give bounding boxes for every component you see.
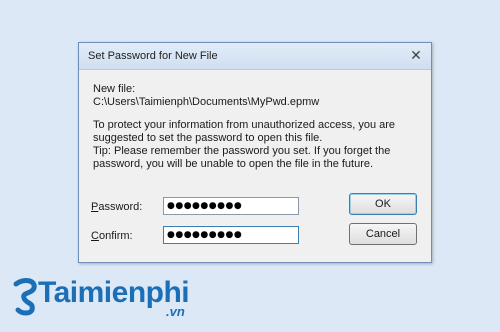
file-path: C:\Users\Taimienph\Documents\MyPwd.epmw <box>93 96 320 108</box>
tip-text-line-2: password, you will be unable to open the… <box>93 158 374 170</box>
password-label: Password: <box>91 201 142 213</box>
brand-swirl-icon <box>13 278 37 316</box>
password-input[interactable]: ●●●●●●●●● <box>163 197 299 215</box>
ok-button[interactable]: OK <box>349 193 417 215</box>
confirm-input[interactable]: ●●●●●●●●● <box>163 226 299 244</box>
dialog-titlebar[interactable]: Set Password for New File ✕ <box>79 43 431 70</box>
confirm-label: Confirm: <box>91 230 133 242</box>
close-icon[interactable]: ✕ <box>408 47 424 63</box>
password-label-text: assword: <box>98 201 143 213</box>
confirm-label-text: onfirm: <box>98 230 133 242</box>
confirm-label-hotkey: C <box>91 230 99 242</box>
watermark-logo: Taimienphi .vn <box>10 274 200 324</box>
info-text-line-1: To protect your information from unautho… <box>93 119 396 131</box>
tip-text-line-1: Tip: Please remember the password you se… <box>93 145 391 157</box>
cancel-button[interactable]: Cancel <box>349 223 417 245</box>
watermark-tld-text: .vn <box>166 304 185 319</box>
set-password-dialog: Set Password for New File ✕ New file: C:… <box>78 42 432 263</box>
new-file-label: New file: <box>93 83 136 95</box>
info-text-line-2: suggested to set the password to open th… <box>93 132 323 144</box>
dialog-title: Set Password for New File <box>88 50 218 62</box>
